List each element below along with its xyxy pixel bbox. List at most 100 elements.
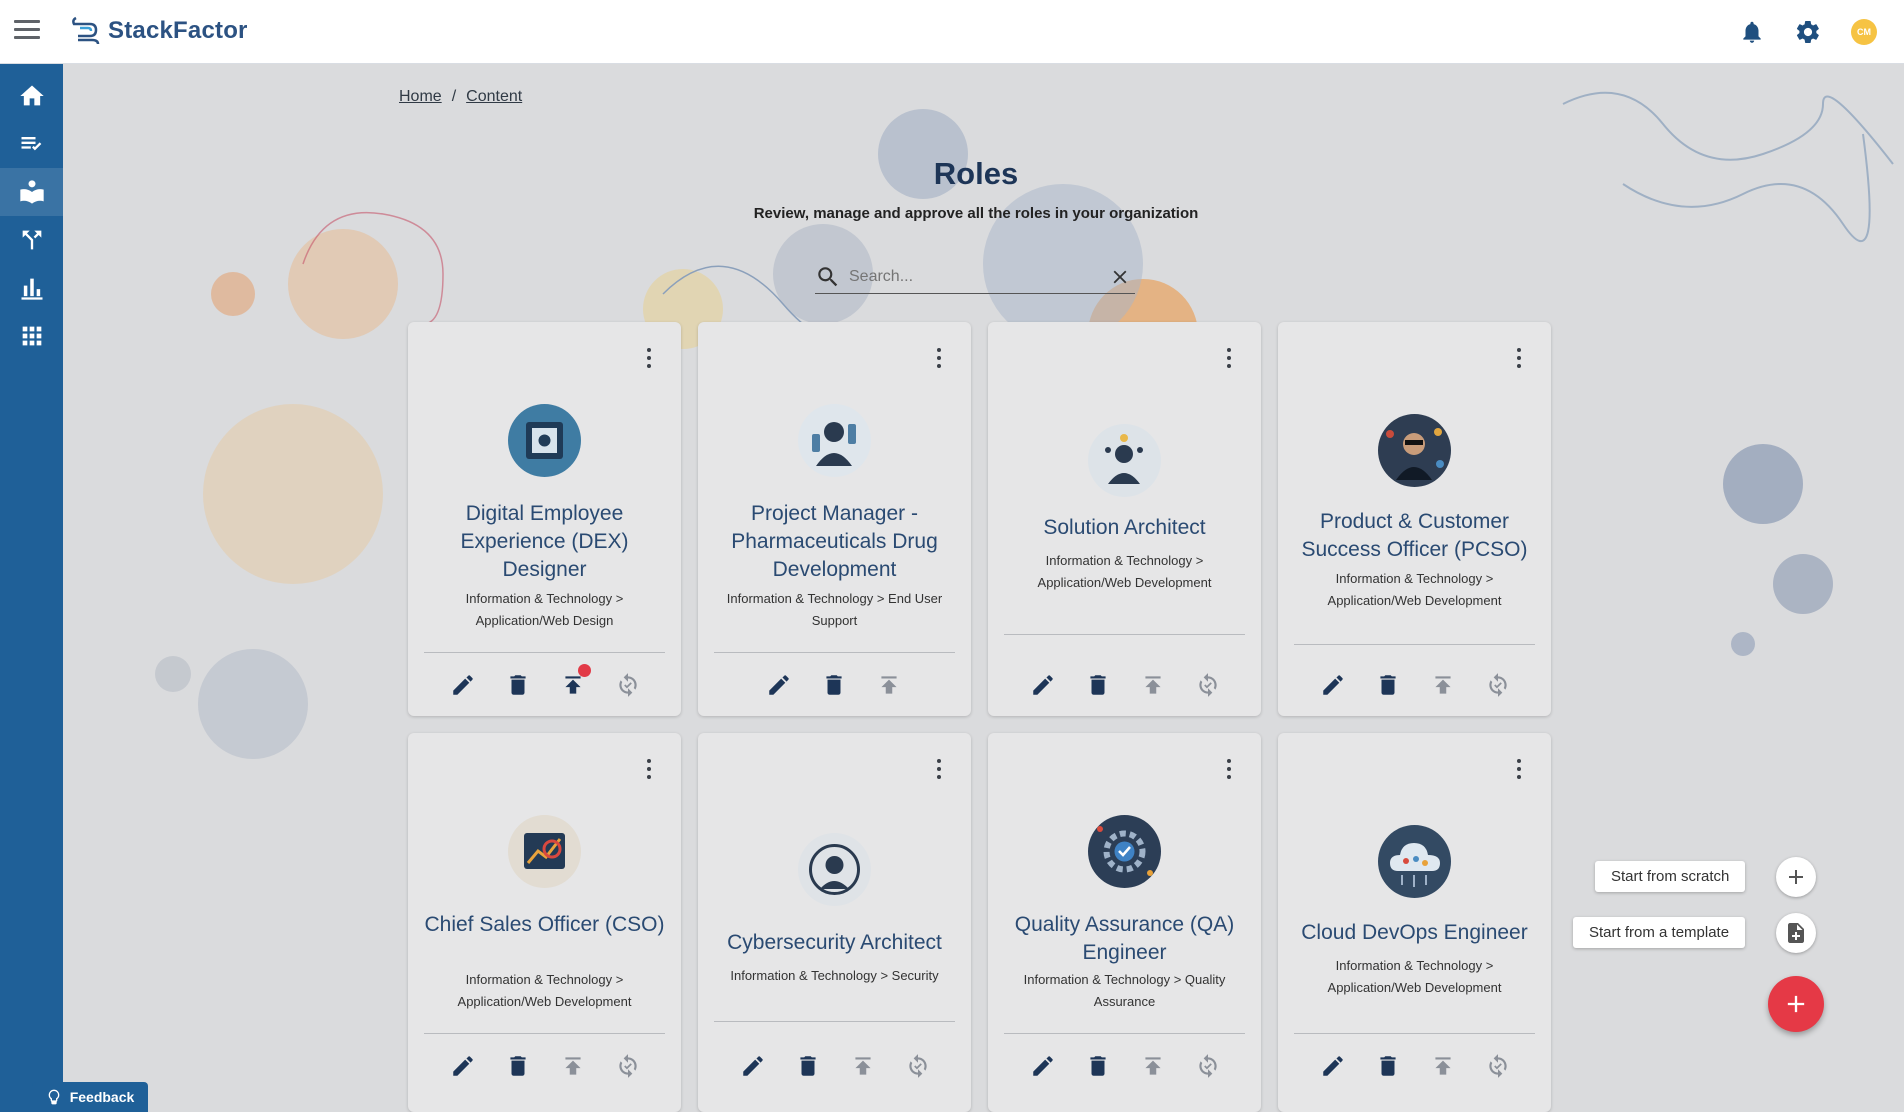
- divider: [424, 652, 665, 653]
- delete-icon[interactable]: [1083, 1051, 1112, 1080]
- publish-icon[interactable]: [1428, 1051, 1457, 1080]
- edit-icon[interactable]: [738, 1051, 767, 1080]
- delete-icon[interactable]: [503, 670, 532, 699]
- lightbulb-icon: [48, 1089, 60, 1105]
- more-vert-icon[interactable]: [1223, 757, 1235, 781]
- role-card[interactable]: Quality Assurance (QA) Engineer Informat…: [988, 733, 1261, 1112]
- publish-icon[interactable]: [848, 1051, 877, 1080]
- start-from-scratch-button[interactable]: [1776, 857, 1816, 897]
- edit-icon[interactable]: [448, 1051, 477, 1080]
- role-card[interactable]: Cybersecurity Architect Information & Te…: [698, 733, 971, 1112]
- feedback-label: Feedback: [69, 1089, 135, 1105]
- edit-icon[interactable]: [1028, 670, 1057, 699]
- start-from-template-label[interactable]: Start from a template: [1573, 917, 1746, 948]
- more-vert-icon[interactable]: [1513, 757, 1525, 781]
- more-vert-icon[interactable]: [643, 346, 655, 370]
- sync-icon[interactable]: [1193, 1051, 1222, 1080]
- sync-icon[interactable]: [1483, 1051, 1512, 1080]
- sidebar-item-home[interactable]: [0, 72, 63, 120]
- top-app-bar: StackFactor CM: [0, 0, 1904, 64]
- edit-icon[interactable]: [1318, 1051, 1347, 1080]
- more-vert-icon[interactable]: [643, 757, 655, 781]
- more-vert-icon[interactable]: [933, 346, 945, 370]
- publish-icon[interactable]: [1138, 670, 1167, 699]
- sidebar-item-paths[interactable]: [0, 216, 63, 264]
- role-title[interactable]: Digital Employee Experience (DEX) Design…: [422, 500, 667, 584]
- sidebar-item-content[interactable]: [0, 168, 63, 216]
- divider: [1004, 1033, 1245, 1034]
- role-title[interactable]: Product & Customer Success Officer (PCSO…: [1292, 508, 1537, 564]
- sync-icon[interactable]: [903, 1051, 932, 1080]
- edit-icon[interactable]: [764, 670, 793, 699]
- role-title[interactable]: Solution Architect: [1002, 514, 1247, 542]
- delete-icon[interactable]: [1373, 670, 1402, 699]
- menu-icon[interactable]: [14, 20, 40, 44]
- sync-icon[interactable]: [613, 670, 642, 699]
- role-title[interactable]: Quality Assurance (QA) Engineer: [1002, 911, 1247, 967]
- gear-icon[interactable]: [1792, 16, 1824, 48]
- role-category: Information & Technology > Application/W…: [465, 591, 624, 628]
- divider: [1004, 634, 1245, 635]
- bell-icon[interactable]: [1736, 16, 1768, 48]
- book-reader-icon: [19, 180, 44, 204]
- breadcrumb-home[interactable]: Home: [399, 88, 442, 106]
- sync-icon[interactable]: [1483, 670, 1512, 699]
- role-card[interactable]: Project Manager - Pharmaceuticals Drug D…: [698, 322, 971, 716]
- role-card[interactable]: Digital Employee Experience (DEX) Design…: [408, 322, 681, 716]
- role-image: [1378, 825, 1451, 898]
- start-from-scratch-label[interactable]: Start from scratch: [1595, 861, 1746, 892]
- role-image: [798, 833, 871, 906]
- role-title[interactable]: Cloud DevOps Engineer: [1292, 919, 1537, 947]
- delete-icon[interactable]: [793, 1051, 822, 1080]
- publish-icon[interactable]: [874, 670, 903, 699]
- more-vert-icon[interactable]: [1513, 346, 1525, 370]
- divider: [1294, 644, 1535, 645]
- sidebar-item-apps[interactable]: [0, 312, 63, 360]
- delete-icon[interactable]: [503, 1051, 532, 1080]
- role-card[interactable]: Product & Customer Success Officer (PCSO…: [1278, 322, 1551, 716]
- edit-icon[interactable]: [1028, 1051, 1057, 1080]
- divider: [1294, 1033, 1535, 1034]
- role-title[interactable]: Project Manager - Pharmaceuticals Drug D…: [712, 500, 957, 584]
- delete-icon[interactable]: [1083, 670, 1112, 699]
- role-card[interactable]: Cloud DevOps Engineer Information & Tech…: [1278, 733, 1551, 1112]
- role-card[interactable]: Solution Architect Information & Technol…: [988, 322, 1261, 716]
- plus-icon: [1787, 995, 1805, 1013]
- user-avatar[interactable]: CM: [1848, 16, 1880, 48]
- page-title: Roles: [933, 156, 1019, 191]
- checklist-icon: [21, 137, 41, 151]
- breadcrumb-content[interactable]: Content: [466, 88, 522, 106]
- role-image: [508, 404, 581, 477]
- close-icon[interactable]: [1109, 266, 1131, 288]
- sync-icon[interactable]: [1193, 670, 1222, 699]
- logo[interactable]: StackFactor: [70, 14, 248, 48]
- delete-icon[interactable]: [819, 670, 848, 699]
- role-card[interactable]: Chief Sales Officer (CSO) Information & …: [408, 733, 681, 1112]
- note-add-icon: [1788, 923, 1804, 943]
- publish-icon[interactable]: [558, 1051, 587, 1080]
- grid-icon: [22, 326, 41, 346]
- role-title[interactable]: Chief Sales Officer (CSO): [422, 911, 667, 939]
- delete-icon[interactable]: [1373, 1051, 1402, 1080]
- search-icon: [818, 266, 838, 286]
- sidebar-item-analytics[interactable]: [0, 264, 63, 312]
- publish-icon[interactable]: [1428, 670, 1457, 699]
- role-category: Information & Technology > Application/W…: [457, 972, 632, 1009]
- edit-icon[interactable]: [448, 670, 477, 699]
- publish-icon[interactable]: [1138, 1051, 1167, 1080]
- role-title[interactable]: Cybersecurity Architect: [712, 929, 957, 957]
- role-image: [1088, 424, 1161, 497]
- more-vert-icon[interactable]: [1223, 346, 1235, 370]
- edit-icon[interactable]: [1318, 670, 1347, 699]
- more-vert-icon[interactable]: [933, 757, 945, 781]
- sidebar-item-checklist[interactable]: [0, 120, 63, 168]
- search-input[interactable]: [849, 267, 1099, 286]
- start-from-template-button[interactable]: [1776, 913, 1816, 953]
- add-fab-button[interactable]: [1768, 976, 1824, 1032]
- sync-icon[interactable]: [613, 1051, 642, 1080]
- role-category: Information & Technology > Application/W…: [1327, 958, 1502, 995]
- role-image: [508, 815, 581, 888]
- feedback-button[interactable]: Feedback: [32, 1082, 148, 1112]
- app-name: StackFactor: [108, 17, 248, 44]
- publish-icon[interactable]: [558, 664, 591, 699]
